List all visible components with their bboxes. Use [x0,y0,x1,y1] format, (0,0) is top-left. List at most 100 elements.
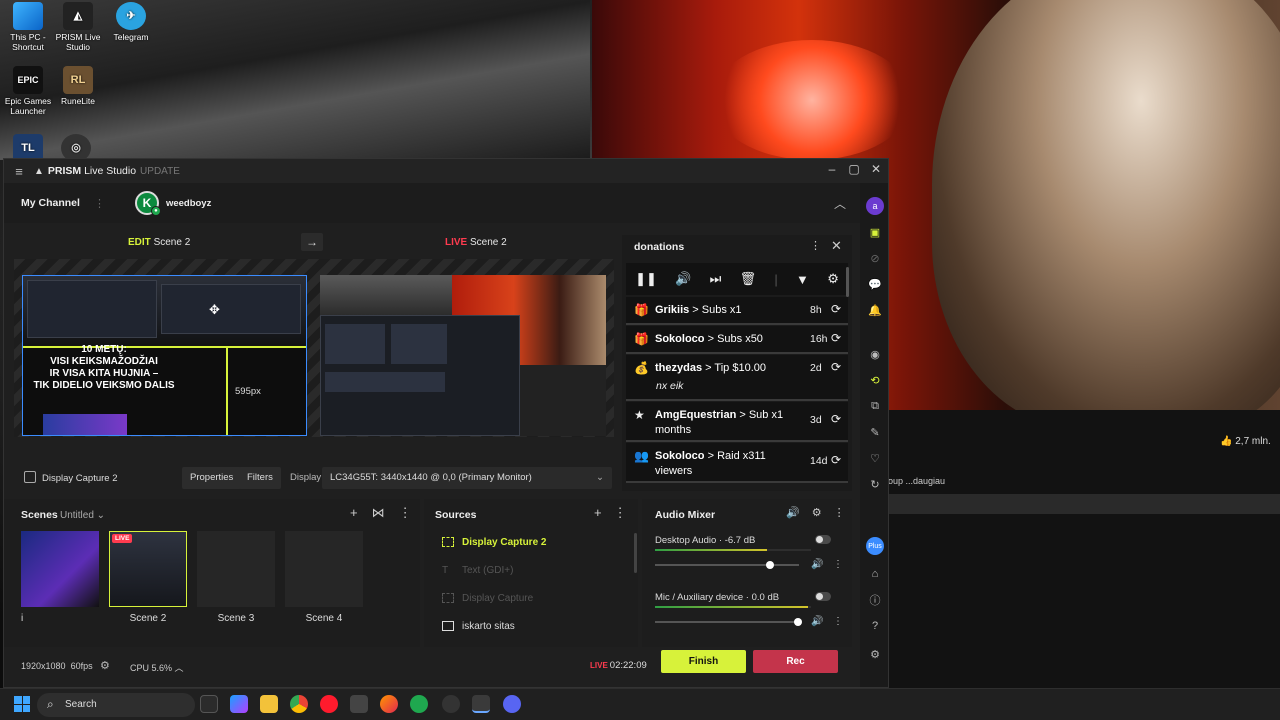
gear-icon[interactable]: ⚙ [827,271,839,287]
chevron-up-icon[interactable]: ︿ [834,195,846,212]
channel-menu-icon[interactable]: ⋮ [94,197,105,210]
camera-icon[interactable]: ◉ [866,345,884,363]
windows-start-icon[interactable] [14,696,30,712]
finish-button[interactable]: Finish [661,650,746,673]
rec-button[interactable]: Rec [753,650,838,673]
desktop-icon-prism[interactable]: ◭ PRISM Live Studio [50,2,106,52]
refresh-icon[interactable]: ↻ [866,475,884,493]
close-icon[interactable]: ✕ [831,238,842,254]
mute-icon[interactable]: 🔊 [811,559,823,570]
menu-icon[interactable]: ≡ [4,164,34,179]
channel-toggle[interactable] [815,592,831,601]
filter-icon[interactable]: ▼ [796,272,809,287]
chrome-icon[interactable] [290,695,308,713]
replay-icon[interactable]: ⟳ [831,302,841,316]
minimize-icon[interactable]: – [826,162,838,176]
settings-gear-icon[interactable]: ⚙ [866,645,884,663]
donation-item[interactable]: 💰 thezydas > Tip $10.00 nx eik 2d ⟳ [626,355,848,401]
filters-button[interactable]: Filters [239,467,281,489]
sources-menu-icon[interactable]: ⋮ [614,505,627,521]
volume-icon[interactable]: 🔊 [675,271,691,287]
heart-icon[interactable]: ♡ [866,449,884,467]
update-link[interactable]: UPDATE [140,166,180,177]
donation-item[interactable]: 🎁 Sokoloco > Subs x50 16h ⟳ [626,326,848,354]
scene-item-active[interactable]: LIVE Scene 2 [109,531,187,624]
task-view-icon[interactable] [200,695,218,713]
source-item-selected[interactable]: Display Capture 2 [442,533,546,551]
plus-badge-icon[interactable]: Plus [866,537,884,555]
volume-slider[interactable] [655,564,799,566]
mute-icon[interactable]: 🔊 [811,616,823,627]
video-likes[interactable]: 👍 2,7 mln. [1220,436,1271,447]
source-item[interactable]: Display Capture [442,589,533,607]
cpu-usage[interactable]: CPU 5.6% ︿ [130,661,184,674]
brush-icon[interactable]: ✎ [866,423,884,441]
channel-menu-icon[interactable]: ⋮ [833,616,843,627]
volume-slider[interactable] [655,621,799,623]
replay-icon[interactable]: ⟳ [831,331,841,345]
gear-icon[interactable]: ⚙ [812,506,822,519]
desktop-icon-this-pc[interactable]: This PC - Shortcut [0,2,56,52]
replay-icon[interactable]: ⟳ [831,453,841,467]
add-source-icon[interactable]: + [594,505,602,521]
transition-icon[interactable]: ⋈ [372,505,385,521]
layers-icon[interactable]: ⧉ [866,397,884,415]
scene-item[interactable]: i [21,531,99,624]
file-explorer-icon[interactable] [260,695,278,713]
prism-taskbar-icon[interactable] [472,695,490,713]
maximize-icon[interactable]: ▢ [848,162,860,176]
widget-icon[interactable]: ▣ [866,223,884,241]
copilot-icon[interactable] [230,695,248,713]
scene-item[interactable]: Scene 4 [285,531,363,624]
apply-to-live-button[interactable]: → [301,233,323,251]
source-item[interactable]: T Text (GDI+) [442,561,513,579]
bell-icon[interactable]: 🔔 [866,301,884,319]
gamepad-icon[interactable]: ⌂ [866,565,884,583]
trash-icon[interactable]: 🗑 [740,271,757,287]
app-green-icon[interactable] [410,695,428,713]
firefox-icon[interactable] [380,695,398,713]
donation-item[interactable]: 🎁 Grikiis > Subs x1 8h ⟳ [626,297,848,325]
replay-icon[interactable]: ⟳ [831,360,841,374]
notice-icon[interactable]: ⓘ [866,591,884,609]
scenes-menu-icon[interactable]: ⋮ [399,505,412,521]
donation-item[interactable]: 👥 Sokoloco > Raid x311 viewers 14d ⟳ [626,443,848,483]
scrollbar[interactable] [634,533,637,573]
display-select[interactable]: LC34G55T: 3440x1440 @ 0,0 (Primary Monit… [322,467,612,489]
opera-icon[interactable] [320,695,338,713]
volume-slider-handle[interactable] [766,561,775,569]
replay-icon[interactable]: ⟳ [831,412,841,426]
speaker-icon[interactable]: 🔊 [786,506,800,519]
properties-button[interactable]: Properties [182,467,242,489]
output-settings-icon[interactable]: ⚙ [100,659,110,672]
desktop-icon-epic[interactable]: EPIC Epic Games Launcher [0,66,56,116]
link-icon[interactable]: ⊘ [866,249,884,267]
search-input[interactable]: ⌕ Search [37,693,195,717]
volume-slider-handle[interactable] [793,618,802,626]
discord-icon[interactable] [503,695,521,713]
channel-toggle[interactable] [815,535,831,544]
video-caption[interactable]: oup ...daugiau [888,476,945,486]
my-channel-label[interactable]: My Channel [21,197,80,209]
source-item[interactable]: iskarto sitas [442,617,515,635]
mixer-menu-icon[interactable]: ⋮ [834,506,845,519]
scene-collection-select[interactable]: Untitled ⌄ [60,510,105,521]
channel-menu-icon[interactable]: ⋮ [833,559,843,570]
edit-preview-canvas[interactable]: 10 METŲ: VISI KEIKSMAŽODŽIAI IR VISA KIT… [22,275,307,436]
desktop-icon-telegram[interactable]: ✈ Telegram [103,2,159,42]
scene-item[interactable]: Scene 3 [197,531,275,624]
avatar[interactable]: K ● [134,191,161,216]
obs-icon[interactable] [442,695,460,713]
app-icon[interactable] [350,695,368,713]
add-scene-icon[interactable]: + [350,505,358,521]
scrollbar[interactable] [846,267,849,297]
close-icon[interactable]: ✕ [870,162,882,176]
pause-icon[interactable]: ❚❚ [635,271,657,287]
dock-menu-icon[interactable]: ⋮ [810,239,821,252]
chat-icon[interactable]: 💬 [866,275,884,293]
profile-icon[interactable]: a [866,197,884,215]
donation-item[interactable]: ★ AmgEquestrian > Sub x1 months 3d ⟳ [626,402,848,442]
help-icon[interactable]: ? [866,617,884,635]
skip-icon[interactable]: ⏭ [710,271,722,287]
desktop-icon-runelite[interactable]: RL RuneLite [50,66,106,106]
